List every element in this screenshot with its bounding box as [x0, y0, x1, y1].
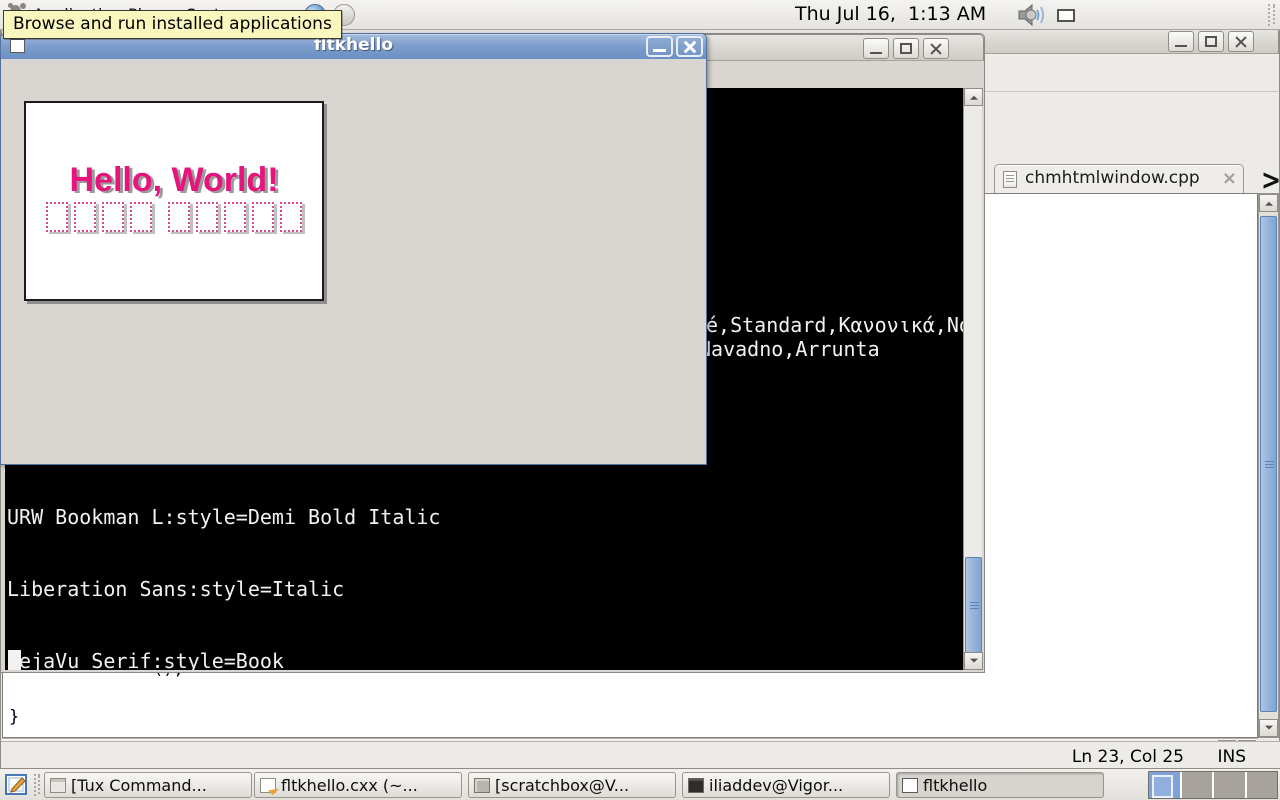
minimize-button[interactable]	[1168, 31, 1194, 52]
fltkhello-window: fltkhello Hello, World!	[0, 33, 707, 465]
taskbar-button-label: fltkhello.cxx (~...	[281, 776, 418, 795]
cursor-position-status: Ln 23, Col 25	[1071, 747, 1184, 767]
workspace-2[interactable]	[1181, 772, 1214, 798]
scroll-up-icon[interactable]	[1259, 194, 1278, 212]
missing-glyph-box	[102, 202, 124, 232]
terminal-line: Liberation Sans:style=Italic	[7, 577, 345, 601]
missing-glyph-row	[26, 202, 322, 232]
terminal-output: URW Bookman L:style=Demi Bold Italic Lib…	[7, 457, 963, 670]
minimize-button[interactable]	[646, 36, 673, 57]
window-icon	[50, 778, 66, 793]
scroll-up-icon[interactable]	[964, 88, 983, 106]
taskbar-button-terminal[interactable]: iliaddev@Vigor...	[682, 772, 890, 798]
taskbar-button-scratchbox[interactable]: [scratchbox@V...	[468, 772, 676, 798]
workspace-1[interactable]	[1149, 772, 1182, 798]
missing-glyph-box	[224, 202, 246, 232]
desktop: chmhtmlwindow.cpp × > (); } Ln 23, Col 2…	[0, 0, 1280, 800]
missing-glyph-box	[252, 202, 274, 232]
maximize-button[interactable]	[1198, 31, 1224, 52]
taskbar: [Tux Command... fltkhello.cxx (~... [scr…	[0, 768, 1280, 800]
taskbar-button-gedit[interactable]: fltkhello.cxx (~...	[254, 772, 462, 798]
show-desktop-button[interactable]	[3, 772, 30, 798]
volume-icon[interactable]	[1016, 2, 1054, 28]
close-button[interactable]	[676, 36, 703, 57]
workspace-3[interactable]	[1214, 772, 1247, 798]
gedit-vertical-scrollbar[interactable]	[1258, 193, 1279, 738]
tab-chmhtmlwindow[interactable]: chmhtmlwindow.cpp ×	[994, 164, 1244, 194]
scroll-down-icon[interactable]	[1259, 719, 1278, 737]
taskbar-button-tux-commander[interactable]: [Tux Command...	[44, 772, 252, 798]
panel-drag-handle-icon[interactable]	[1268, 4, 1276, 26]
fltkhello-canvas: Hello, World!	[24, 101, 324, 301]
missing-glyph-box	[46, 202, 68, 232]
hello-world-text: Hello, World!	[69, 161, 279, 199]
terminal-occluded-line: é,Standard,Κανονικά,No	[706, 313, 963, 337]
terminal-icon	[688, 778, 704, 793]
scrollbar-thumb[interactable]	[965, 557, 982, 654]
tab-label: chmhtmlwindow.cpp	[1025, 168, 1200, 188]
taskbar-drag-handle-icon[interactable]	[34, 774, 41, 796]
gedit-status-bar: Ln 23, Col 25 INS	[1, 741, 1280, 769]
taskbar-button-label: [Tux Command...	[71, 776, 207, 795]
missing-glyph-group	[168, 202, 302, 232]
scrollbar-thumb[interactable]	[1260, 216, 1277, 712]
taskbar-button-label: fltkhello	[923, 776, 988, 795]
close-button[interactable]	[1228, 31, 1254, 52]
terminal-line: URW Bookman L:style=Demi Bold Italic	[7, 505, 441, 529]
clock[interactable]: Thu Jul 16, 1:13 AM	[795, 3, 1010, 25]
tab-close-icon[interactable]: ×	[1222, 169, 1237, 189]
missing-glyph-box	[196, 202, 218, 232]
workspace-switcher	[1148, 771, 1278, 799]
close-button[interactable]	[923, 38, 949, 59]
terminal-cursor	[8, 650, 21, 670]
taskbar-button-fltkhello[interactable]: fltkhello	[896, 772, 1104, 798]
tab-scroll-right-icon[interactable]: >	[1261, 163, 1280, 197]
missing-glyph-group	[46, 202, 152, 232]
scratchbox-window-icon	[474, 778, 490, 793]
workspace-4[interactable]	[1246, 772, 1277, 798]
insert-mode-status: INS	[1217, 747, 1246, 767]
tray-window-icon[interactable]	[1057, 9, 1075, 22]
missing-glyph-box	[74, 202, 96, 232]
maximize-button[interactable]	[893, 38, 919, 59]
missing-glyph-box	[280, 202, 302, 232]
gedit-document-icon	[260, 778, 276, 793]
minimize-button[interactable]	[863, 38, 889, 59]
scroll-down-icon[interactable]	[964, 652, 983, 670]
taskbar-button-label: [scratchbox@V...	[495, 776, 630, 795]
applications-menu-tooltip: Browse and run installed applications	[3, 10, 342, 39]
taskbar-button-label: iliaddev@Vigor...	[709, 776, 844, 795]
terminal-scrollbar[interactable]	[963, 88, 983, 670]
closing-brace-text: }	[9, 707, 20, 727]
app-window-icon	[902, 778, 918, 793]
missing-glyph-box	[168, 202, 190, 232]
terminal-occluded-line: Navadno,Arrunta	[699, 337, 880, 361]
missing-glyph-box	[130, 202, 152, 232]
document-icon	[1003, 171, 1017, 188]
terminal-line: DejaVu Serif:style=Book	[7, 649, 284, 670]
